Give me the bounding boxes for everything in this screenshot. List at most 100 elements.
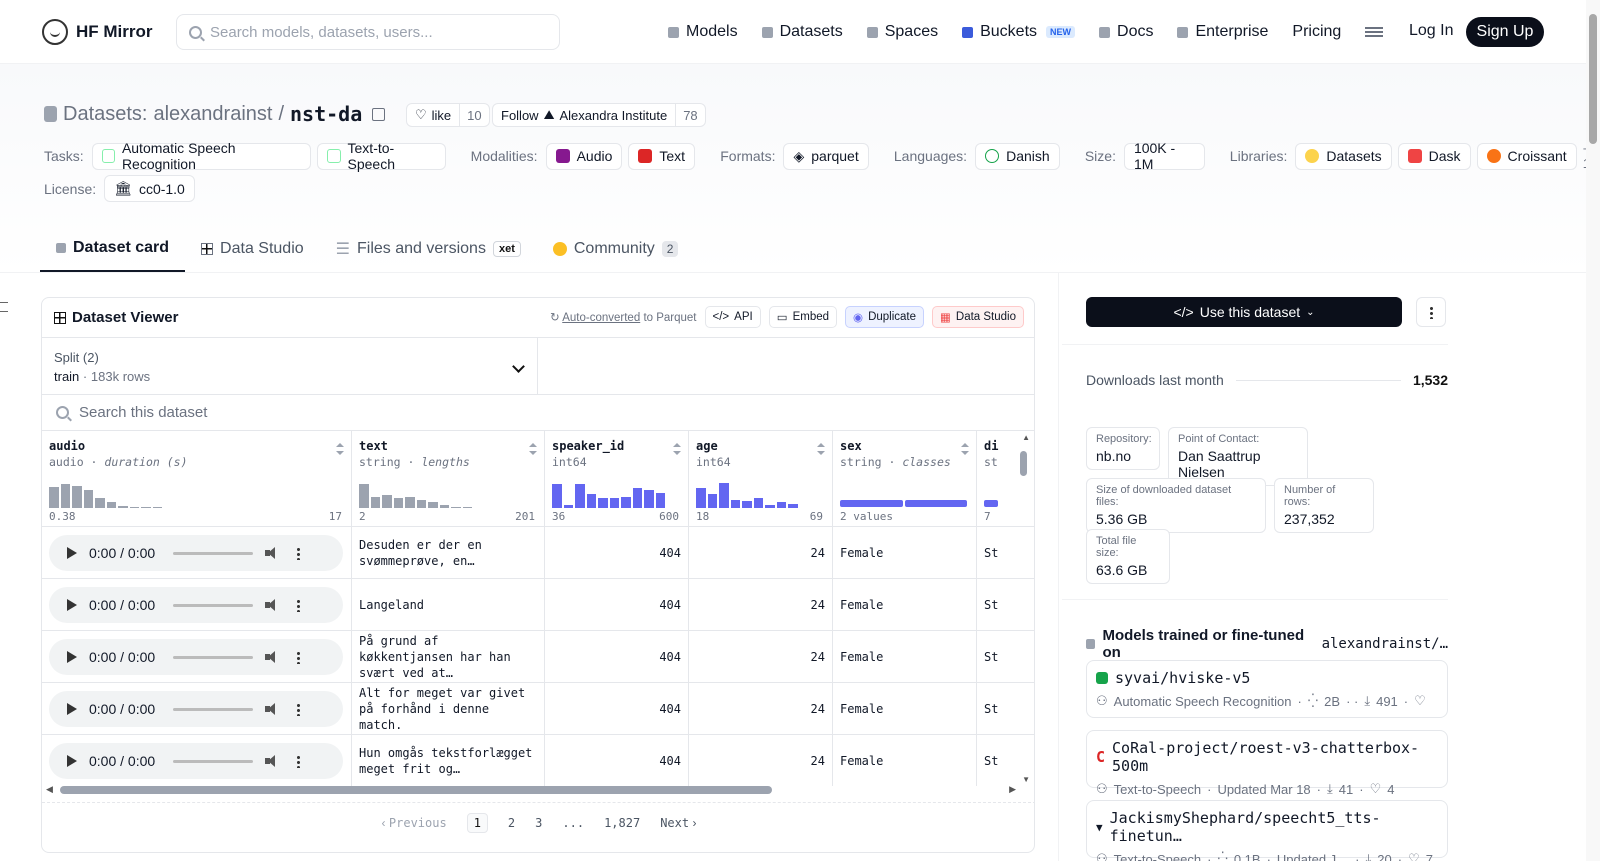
repo-name[interactable]: nst-da (290, 102, 362, 126)
more-vertical-icon[interactable] (297, 650, 301, 664)
audio-seek-bar[interactable] (173, 551, 254, 555)
volume-icon[interactable] (265, 755, 279, 767)
histogram-bar[interactable] (451, 507, 461, 508)
tag-danish[interactable]: Danish (975, 142, 1060, 170)
column-header-age[interactable]: age int64 18 69 (689, 431, 833, 527)
scroll-left-icon[interactable]: ◀ (46, 784, 53, 795)
embed-button[interactable]: ▭ Embed (768, 306, 838, 328)
histogram-bar[interactable] (393, 498, 403, 508)
audio-player[interactable]: 0:00 / 0:00 (49, 639, 343, 675)
dialect-cell[interactable]: St (977, 631, 1034, 683)
tag-parquet[interactable]: ◈ parquet (783, 142, 869, 170)
page-last-button[interactable]: 1,827 (604, 816, 640, 830)
histogram-bar[interactable] (742, 501, 752, 508)
nav-buckets[interactable]: Buckets NEW (962, 18, 1076, 46)
histogram-bar[interactable] (462, 507, 472, 508)
sex-cell[interactable]: Female (833, 527, 977, 579)
scroll-up-icon[interactable]: ▲ (1022, 433, 1030, 442)
histogram-bar[interactable] (719, 483, 729, 508)
owner-link[interactable]: alexandrainst (153, 103, 272, 126)
speaker-id-cell[interactable]: 404 (545, 683, 689, 735)
histogram-bar[interactable] (370, 497, 380, 508)
use-dataset-button[interactable]: </> Use this dataset ⌄ (1086, 297, 1402, 327)
text-cell[interactable]: Alt for meget var givet på forhånd i den… (352, 683, 545, 735)
tab-data-studio[interactable]: Data Studio (185, 226, 320, 272)
histogram[interactable] (696, 480, 798, 508)
horizontal-scrollbar[interactable]: ◀ ▶ (42, 782, 1034, 802)
histogram-bar[interactable] (776, 502, 786, 508)
nav-models[interactable]: Models (668, 18, 738, 46)
tag-tts[interactable]: Text-to-Speech (317, 140, 446, 172)
histogram-bar[interactable] (696, 488, 706, 508)
page-2-button[interactable]: 2 (508, 816, 515, 830)
histogram-bar[interactable] (586, 494, 596, 508)
tag-croissant[interactable]: Croissant (1476, 142, 1577, 170)
sex-cell[interactable]: Female (833, 735, 977, 786)
column-header-audio[interactable]: audio audio · duration (s) 0.38 17 (42, 431, 352, 527)
nav-enterprise[interactable]: Enterprise (1177, 18, 1268, 46)
nav-docs[interactable]: Docs (1099, 18, 1153, 46)
histogram-bar[interactable] (788, 504, 798, 508)
tag-asr[interactable]: Automatic Speech Recognition (91, 140, 312, 172)
column-header-speaker_id[interactable]: speaker_id int64 36 600 (545, 431, 689, 527)
histogram-bar[interactable] (644, 490, 654, 508)
volume-icon[interactable] (265, 651, 279, 663)
histogram-bar[interactable] (707, 494, 717, 508)
histogram-bar[interactable] (152, 507, 162, 508)
histogram-bar[interactable] (359, 484, 369, 508)
play-icon[interactable] (67, 547, 77, 559)
histogram-bar[interactable] (598, 498, 608, 508)
text-cell[interactable]: Hun omgås tekstforlægget meget frit og… (352, 735, 545, 786)
more-vertical-icon[interactable] (297, 702, 301, 716)
meta-value[interactable]: nb.no (1096, 448, 1150, 464)
class-segment[interactable] (984, 500, 998, 507)
column-header-di[interactable]: di st 7 (977, 431, 1034, 527)
more-vertical-icon[interactable] (297, 754, 301, 768)
class-segment[interactable] (904, 500, 967, 507)
dialect-cell[interactable]: St (977, 579, 1034, 631)
sex-cell[interactable]: Female (833, 683, 977, 735)
play-icon[interactable] (67, 599, 77, 611)
nav-spaces[interactable]: Spaces (866, 18, 938, 46)
tag-text[interactable]: Text (628, 142, 696, 170)
tab-dataset-card[interactable]: Dataset card (40, 226, 186, 272)
histogram-bar[interactable] (129, 507, 139, 508)
histogram-bar[interactable] (405, 497, 415, 508)
audio-player[interactable]: 0:00 / 0:00 (49, 535, 343, 571)
table-row[interactable]: 0:00 / 0:00 Desuden er der en svømmeprøv… (42, 527, 1034, 579)
nav-pricing[interactable]: Pricing (1292, 18, 1341, 46)
duplicate-button[interactable]: ◉ Duplicate (845, 306, 925, 328)
dialect-cell[interactable]: St (977, 527, 1034, 579)
audio-player[interactable]: 0:00 / 0:00 (49, 743, 343, 779)
page-scroll-thumb[interactable] (1589, 14, 1597, 144)
page-3-button[interactable]: 3 (535, 816, 542, 830)
age-cell[interactable]: 24 (689, 631, 833, 683)
audio-seek-bar[interactable] (173, 707, 254, 711)
login-link[interactable]: Log In (1409, 22, 1453, 40)
brand[interactable]: HF Mirror (42, 19, 153, 45)
age-cell[interactable]: 24 (689, 579, 833, 631)
histogram-bar[interactable] (765, 505, 775, 508)
data-studio-button[interactable]: ▦ Data Studio (932, 306, 1024, 328)
nav-more-menu[interactable] (1365, 18, 1384, 46)
histogram-bar[interactable] (575, 484, 585, 508)
model-card[interactable]: ▼ JackismyShephard/speecht5_tts-finetun… … (1086, 800, 1448, 861)
sex-cell[interactable]: Female (833, 579, 977, 631)
histogram-bar[interactable] (382, 495, 392, 508)
histogram-bar[interactable] (563, 505, 573, 508)
vertical-scroll-thumb[interactable] (1020, 451, 1027, 476)
sidebar-toggle-icon[interactable] (0, 302, 8, 312)
next-page-button[interactable]: Next › (660, 816, 696, 830)
page-1-button[interactable]: 1 (466, 812, 488, 833)
table-row[interactable]: 0:00 / 0:00 På grund af køkkentjansen ha… (42, 631, 1034, 683)
speaker-id-cell[interactable]: 404 (545, 735, 689, 786)
histogram-bar[interactable] (655, 493, 665, 508)
histogram-bar[interactable] (95, 498, 105, 508)
tab-community[interactable]: Community 2 (537, 226, 695, 272)
tag-size[interactable]: 100K - 1M (1123, 140, 1205, 172)
split-select[interactable]: Split (2) train · 183k rows (42, 338, 538, 395)
audio-player[interactable]: 0:00 / 0:00 (49, 691, 343, 727)
global-search-input[interactable]: Search models, datasets, users... (176, 14, 560, 50)
sort-icon[interactable] (336, 443, 344, 455)
tag-datasets-lib[interactable]: Datasets (1295, 142, 1392, 170)
